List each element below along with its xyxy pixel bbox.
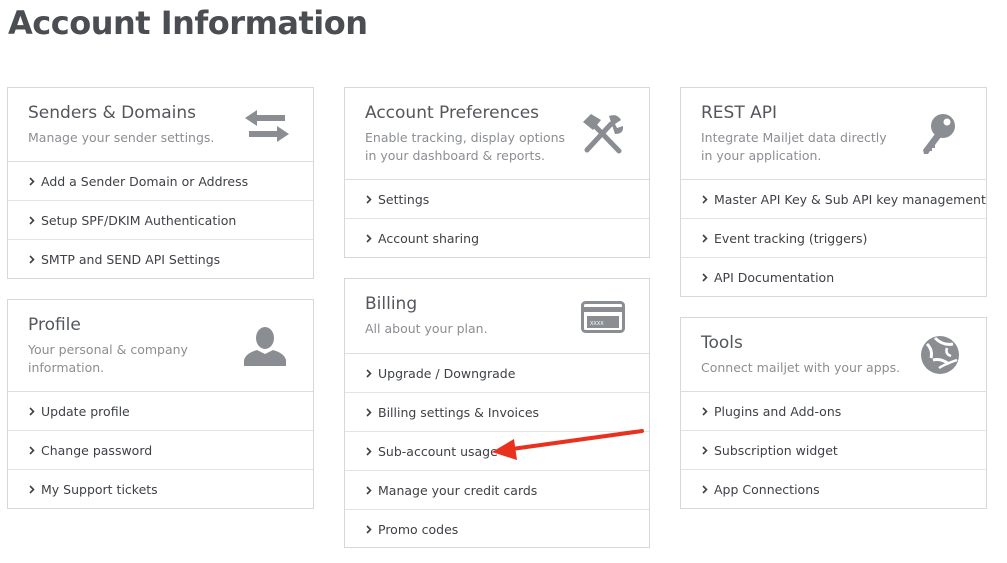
- menu-item-label: Setup SPF/DKIM Authentication: [41, 212, 237, 228]
- rest-api-card: REST API Integrate Mailjet data directly…: [680, 87, 987, 297]
- chevron-right-icon: [29, 445, 41, 455]
- chevron-right-icon: [366, 407, 378, 417]
- chevron-right-icon: [366, 525, 378, 534]
- menu-item-label: Event tracking (triggers): [714, 230, 868, 246]
- menu-item-label: Account sharing: [378, 231, 480, 246]
- menu-item-label: Sub-account usage: [378, 443, 498, 459]
- menu-item-support-tickets[interactable]: My Support tickets: [8, 470, 313, 509]
- menu-item-promo-codes[interactable]: Promo codes: [345, 510, 649, 549]
- menu-item-billing-settings[interactable]: Billing settings & Invoices: [345, 393, 649, 432]
- card-description: Enable tracking, display options in your…: [365, 130, 566, 163]
- card-title: Senders & Domains: [28, 103, 197, 123]
- menu-item-label: Settings: [378, 191, 430, 207]
- menu-item-update-profile[interactable]: Update profile: [8, 392, 313, 431]
- account-preferences-card: Account Preferences Enable tracking, dis…: [344, 87, 650, 258]
- card-header: Billing All about your plan. XXXX: [345, 279, 649, 354]
- card-title: Account Preferences: [365, 103, 540, 123]
- chevron-right-icon: [366, 234, 378, 243]
- menu-item-add-sender[interactable]: Add a Sender Domain or Address: [8, 162, 313, 201]
- senders-domains-card: Senders & Domains Manage your sender set…: [7, 87, 314, 279]
- chevron-right-icon: [366, 194, 378, 204]
- chevron-right-icon: [29, 215, 41, 225]
- arrows-exchange-icon: [245, 110, 289, 146]
- menu-item-label: App Connections: [714, 482, 820, 497]
- menu-item-plugins[interactable]: Plugins and Add-ons: [681, 392, 986, 431]
- chevron-right-icon: [702, 445, 714, 455]
- menu-item-label: Plugins and Add-ons: [714, 403, 842, 419]
- menu-item-label: Update profile: [41, 403, 130, 419]
- chevron-right-icon: [29, 176, 41, 186]
- menu-item-settings[interactable]: Settings: [345, 180, 649, 219]
- profile-card: Profile Your personal & company informat…: [7, 299, 314, 509]
- menu-item-label: Master API Key & Sub API key management: [714, 191, 986, 207]
- chevron-right-icon: [29, 406, 41, 416]
- billing-card: Billing All about your plan. XXXX Upgrad…: [344, 278, 650, 548]
- menu-item-event-tracking[interactable]: Event tracking (triggers): [681, 219, 986, 258]
- key-icon: [919, 112, 959, 160]
- menu-item-label: Manage your credit cards: [378, 482, 538, 498]
- card-description: Your personal & company information.: [28, 342, 188, 375]
- menu-item-subscription-widget[interactable]: Subscription widget: [681, 431, 986, 470]
- menu-item-label: Subscription widget: [714, 442, 838, 458]
- menu-item-label: Change password: [41, 442, 153, 458]
- card-header: REST API Integrate Mailjet data directly…: [681, 88, 986, 180]
- card-title: Profile: [28, 315, 81, 335]
- card-header: Tools Connect mailjet with your apps.: [681, 318, 986, 392]
- tools-icon: [581, 114, 625, 158]
- menu-item-spf-dkim[interactable]: Setup SPF/DKIM Authentication: [8, 201, 313, 240]
- card-header: Profile Your personal & company informat…: [8, 300, 313, 392]
- card-title: Billing: [365, 294, 418, 314]
- menu-item-app-connections[interactable]: App Connections: [681, 470, 986, 509]
- card-description: Manage your sender settings.: [28, 130, 215, 145]
- tools-card: Tools Connect mailjet with your apps. Pl…: [680, 317, 987, 509]
- menu-item-label: SMTP and SEND API Settings: [41, 252, 221, 267]
- menu-item-credit-cards[interactable]: Manage your credit cards: [345, 471, 649, 510]
- menu-item-account-sharing[interactable]: Account sharing: [345, 219, 649, 258]
- menu-item-sub-account-usage[interactable]: Sub-account usage: [345, 432, 649, 471]
- menu-item-label: Promo codes: [378, 522, 459, 537]
- chevron-right-icon: [702, 194, 714, 204]
- menu-item-change-password[interactable]: Change password: [8, 431, 313, 470]
- card-description: All about your plan.: [365, 321, 488, 336]
- chevron-right-icon: [702, 406, 714, 416]
- menu-item-label: Billing settings & Invoices: [378, 404, 540, 420]
- menu-item-api-key-management[interactable]: Master API Key & Sub API key management: [681, 180, 986, 219]
- chevron-right-icon: [366, 446, 378, 456]
- card-title: Tools: [701, 333, 743, 353]
- menu-item-label: Add a Sender Domain or Address: [41, 173, 249, 189]
- menu-item-label: My Support tickets: [41, 482, 158, 497]
- menu-item-upgrade-downgrade[interactable]: Upgrade / Downgrade: [345, 354, 649, 393]
- menu-item-smtp-settings[interactable]: SMTP and SEND API Settings: [8, 240, 313, 279]
- card-header: Senders & Domains Manage your sender set…: [8, 88, 313, 162]
- card-description: Connect mailjet with your apps.: [701, 360, 901, 375]
- chevron-right-icon: [366, 368, 378, 378]
- menu-item-label: Upgrade / Downgrade: [378, 365, 516, 381]
- chevron-right-icon: [29, 485, 41, 494]
- menu-item-api-documentation[interactable]: API Documentation: [681, 258, 986, 297]
- page-title: Account Information: [8, 4, 368, 42]
- card-description: Integrate Mailjet data directly in your …: [701, 130, 887, 163]
- chevron-right-icon: [702, 233, 714, 243]
- chevron-right-icon: [366, 485, 378, 495]
- card-number-text: XXXX: [590, 321, 604, 327]
- chevron-right-icon: [702, 485, 714, 494]
- globe-icon: [919, 334, 961, 380]
- chevron-right-icon: [702, 273, 714, 282]
- card-title: REST API: [701, 103, 778, 123]
- card-header: Account Preferences Enable tracking, dis…: [345, 88, 649, 180]
- menu-item-label: API Documentation: [714, 270, 835, 285]
- chevron-right-icon: [29, 255, 41, 264]
- user-icon: [244, 326, 286, 370]
- credit-card-icon: XXXX: [581, 301, 625, 337]
